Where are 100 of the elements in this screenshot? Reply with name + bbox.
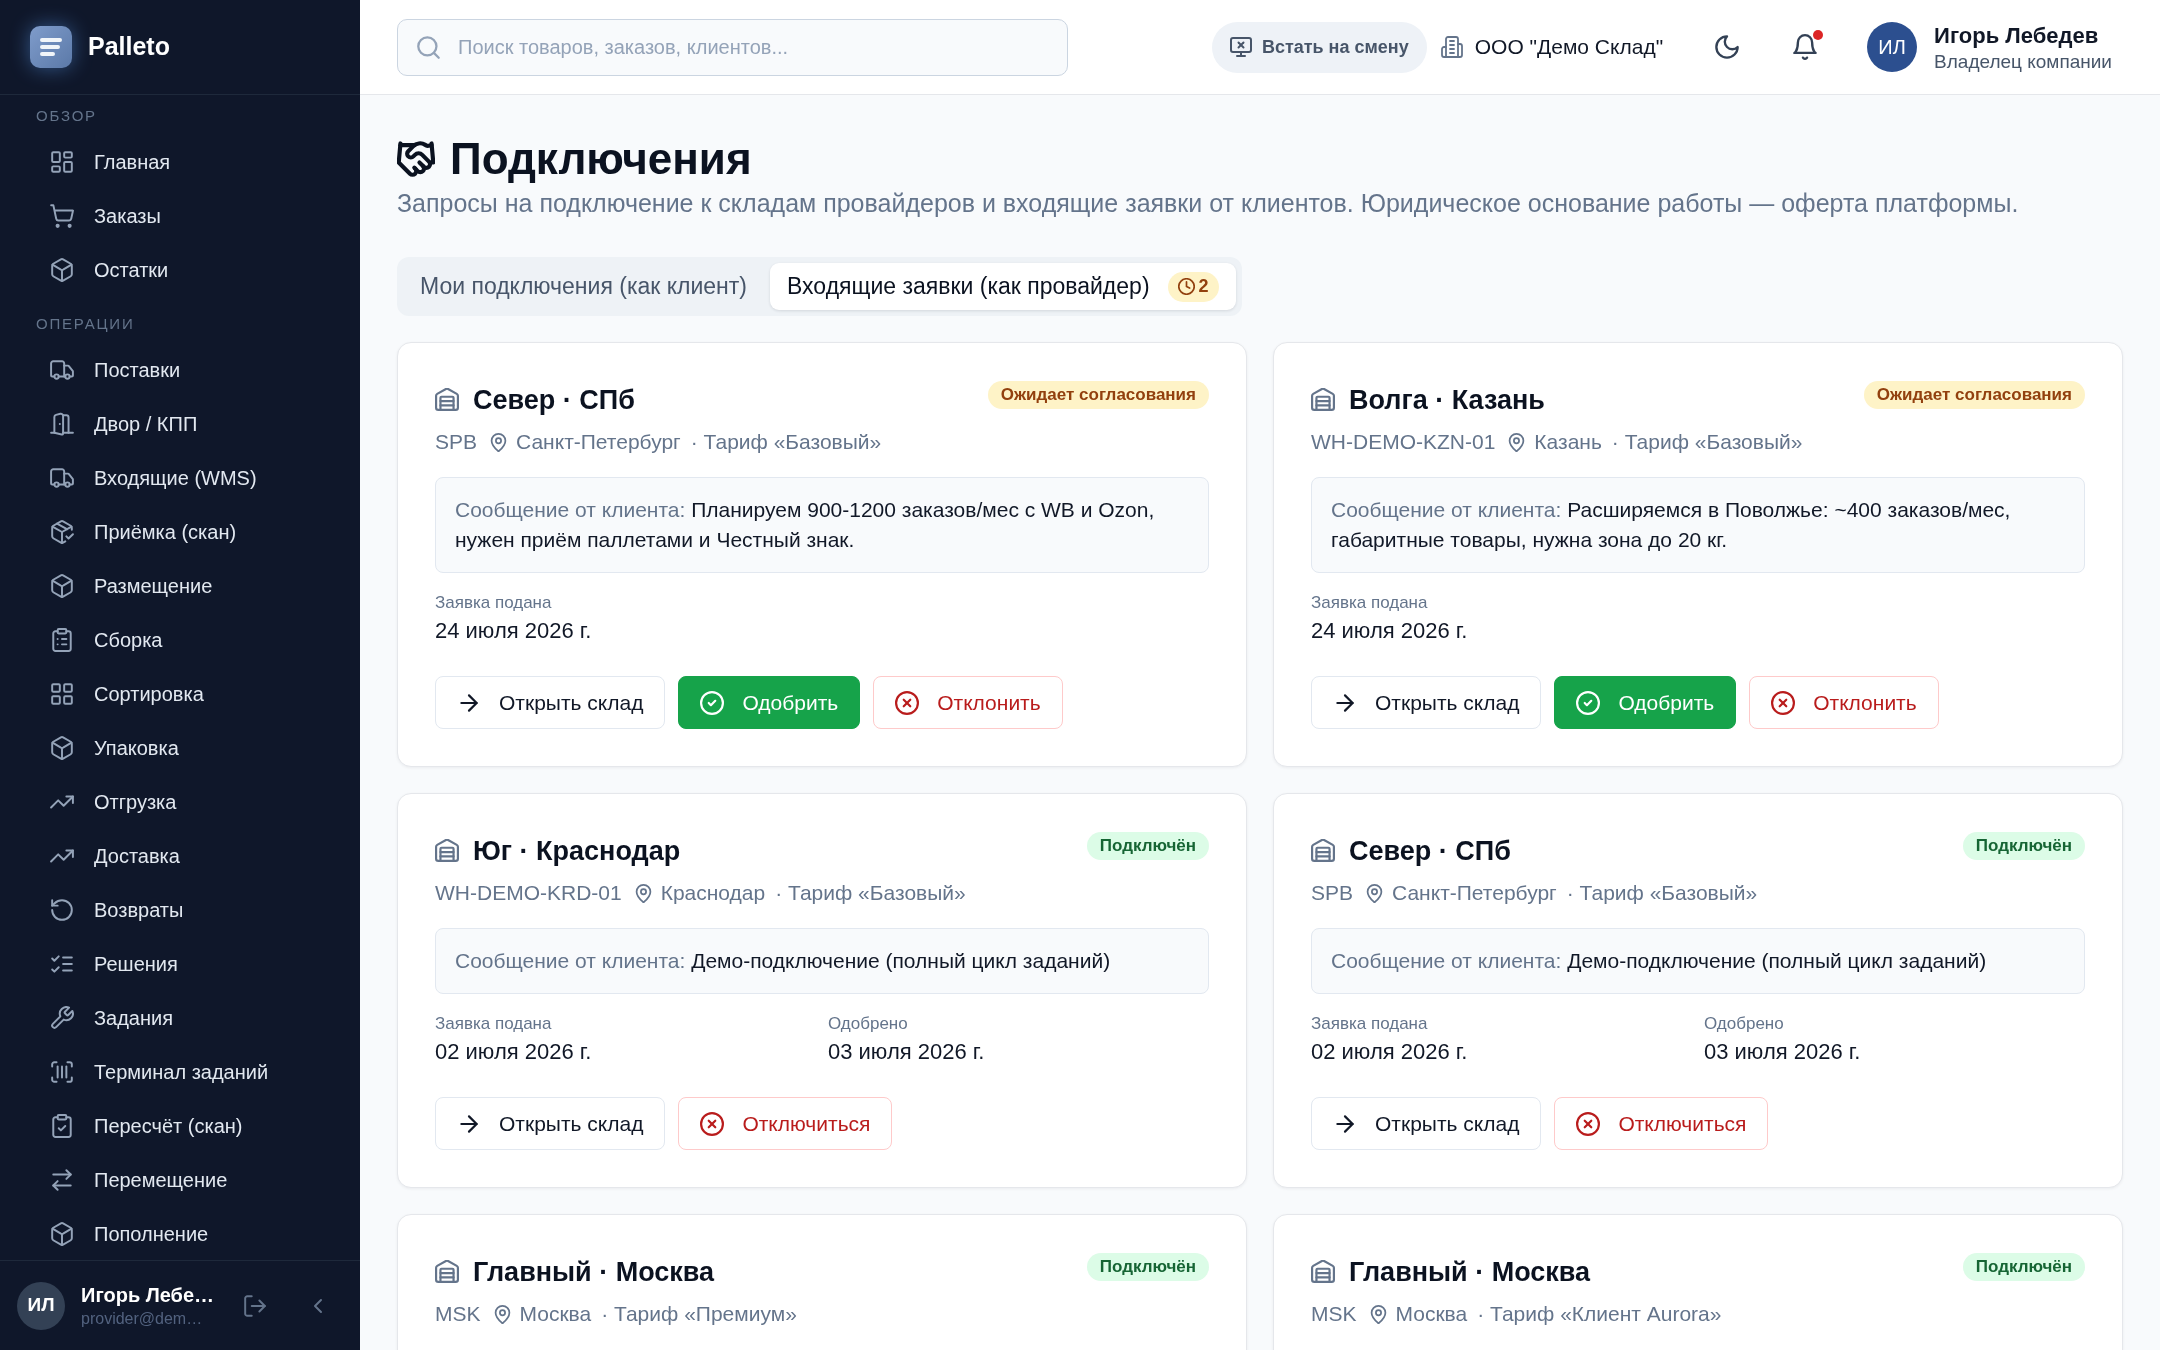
warehouse-code: WH-DEMO-KRD-01: [435, 880, 622, 907]
city: Москва: [1395, 1301, 1468, 1328]
client-message: Сообщение от клиента: Расширяемся в Поволжье: ~400 заказов/мес, габаритные товары, нужна зона до 20 кг.: [1311, 477, 2085, 573]
door-icon: [50, 412, 74, 436]
pin-icon: [489, 432, 509, 452]
grid-icon: [50, 682, 74, 706]
warehouse-icon: [435, 388, 459, 412]
date-value: 02 июля 2026 г.: [435, 1038, 592, 1066]
nav-item[interactable]: Пересчёт (скан): [16, 1099, 344, 1153]
open-button[interactable]: Открыть склад: [435, 1097, 666, 1150]
warehouse-code: WH-DEMO-KZN-01: [1311, 429, 1496, 456]
nav-item[interactable]: Приёмка (скан): [16, 505, 344, 559]
date-value: 03 июля 2026 г.: [828, 1038, 985, 1066]
x-circle-icon: [1576, 1111, 1601, 1136]
page-title: Подключения: [450, 133, 752, 185]
date-label: Заявка подана: [1311, 1013, 1428, 1035]
search-field[interactable]: Поиск товаров, заказов, клиентов...: [397, 18, 1068, 76]
open-button[interactable]: Открыть склад: [1311, 1097, 1542, 1150]
client-message: Сообщение от клиента: Планируем 900-1200 заказов/мес с WB и Ozon, нужен приём паллетами и Честный знак.: [435, 477, 1209, 573]
warehouse-title: Север · СПб: [473, 383, 635, 417]
open-button[interactable]: Открыть склад: [435, 676, 666, 729]
nav-item[interactable]: Сортировка: [16, 667, 344, 721]
nav-item[interactable]: Поставки: [16, 343, 344, 397]
reject-button[interactable]: Отклонить: [1749, 676, 1939, 729]
nav-item[interactable]: Возвраты: [16, 883, 344, 937]
pin-icon: [1507, 432, 1527, 452]
badge-count: 2: [1198, 275, 1209, 298]
status-badge: Ожидает согласования: [1863, 381, 2085, 409]
tariff: · Тариф «Базовый»: [1611, 429, 1803, 456]
disconnect-button[interactable]: Отключиться: [1554, 1097, 1769, 1150]
nav-item[interactable]: Упаковка: [16, 721, 344, 775]
warehouse-title: Юг · Краснодар: [473, 834, 681, 868]
nav-item[interactable]: Заказы: [16, 189, 344, 243]
swap-arrows-icon: [50, 1168, 74, 1192]
nav-item[interactable]: Доставка: [16, 829, 344, 883]
handshake-icon: [397, 140, 435, 178]
clipboard-check-icon: [50, 1114, 74, 1138]
tab[interactable]: Мои подключения (как клиент): [403, 263, 764, 310]
nav-item[interactable]: Решения: [16, 937, 344, 991]
x-circle-icon: [895, 690, 920, 715]
user-name: Игорь Лебе…: [81, 1282, 215, 1308]
tariff: · Тариф «Базовый»: [1566, 880, 1758, 907]
warehouse-icon: [435, 839, 459, 863]
check-circle-icon: [700, 690, 725, 715]
layout-icon: [50, 150, 74, 174]
nav-item[interactable]: Пополнение: [16, 1207, 344, 1260]
status-badge: Подключён: [1086, 1253, 1209, 1281]
clock-icon: [1177, 278, 1195, 295]
wrench-icon: [50, 1006, 74, 1030]
pin-icon: [1368, 1304, 1388, 1324]
checklist-icon: [50, 952, 74, 976]
avatar: ИЛ: [1867, 22, 1918, 72]
nav-item[interactable]: Двор / КПП: [16, 397, 344, 451]
warehouse-icon: [1311, 839, 1335, 863]
warehouse-code: MSK: [435, 1301, 481, 1328]
user-email: provider@dem…: [81, 1308, 203, 1329]
reject-button[interactable]: Отклонить: [873, 676, 1063, 729]
nav-item[interactable]: Входящие (WMS): [16, 451, 344, 505]
open-button[interactable]: Открыть склад: [1311, 676, 1542, 729]
warehouse-title: Север · СПб: [1349, 834, 1511, 868]
nav-item[interactable]: Остатки: [16, 243, 344, 297]
disconnect-button[interactable]: Отключиться: [678, 1097, 893, 1150]
date-label: Заявка подана: [435, 1013, 552, 1035]
search-icon: [416, 34, 441, 60]
section-title: ОБЗОР: [36, 107, 97, 125]
nav-item[interactable]: Главная: [16, 135, 344, 189]
page-subtitle: Запросы на подключение к складам провайдеров и входящие заявки от клиентов. Юридическое основание работы — оферта платформы.: [397, 188, 2019, 218]
date-value: 03 июля 2026 г.: [1704, 1038, 1861, 1066]
pin-icon: [492, 1304, 512, 1324]
nav-item[interactable]: Терминал заданий: [16, 1045, 344, 1099]
nav-item[interactable]: Перемещение: [16, 1153, 344, 1207]
city: Казань: [1534, 429, 1602, 456]
user-name: Игорь Лебедев: [1934, 21, 2099, 50]
company-button[interactable]: ООО "Демо Склад": [1440, 31, 1664, 63]
warehouse-title: Главный · Москва: [1349, 1255, 1591, 1289]
tariff: · Тариф «Клиент Aurora»: [1477, 1301, 1722, 1328]
building-icon: [1440, 36, 1463, 58]
date-label: Одобрено: [1704, 1013, 1784, 1035]
client-message: Сообщение от клиента: Демо-подключение (полный цикл заданий): [1311, 928, 2085, 994]
warehouse-code: MSK: [1311, 1301, 1357, 1328]
warehouse-code: SPB: [1311, 880, 1354, 907]
nav-item[interactable]: Задания: [16, 991, 344, 1045]
tariff: · Тариф «Премиум»: [601, 1301, 797, 1328]
warehouse-icon: [1311, 1260, 1335, 1284]
city: Санкт-Петербург: [1392, 880, 1557, 907]
scan-icon: [50, 1060, 74, 1084]
tab[interactable]: Входящие заявки (как провайдер) 2: [770, 263, 1236, 310]
rotate-left-icon: [50, 898, 74, 922]
warehouse-icon: [435, 1260, 459, 1284]
truck-icon: [50, 358, 74, 382]
start-shift-button[interactable]: Встать на смену: [1211, 21, 1427, 73]
box-icon: [50, 574, 74, 598]
warehouse-icon: [1311, 388, 1335, 412]
nav-item[interactable]: Размещение: [16, 559, 344, 613]
check-circle-icon: [1576, 690, 1601, 715]
date-label: Одобрено: [828, 1013, 908, 1035]
nav-item[interactable]: Сборка: [16, 613, 344, 667]
nav-item[interactable]: Отгрузка: [16, 775, 344, 829]
status-badge: Ожидает согласования: [987, 381, 1209, 409]
client-message: Сообщение от клиента: Демо-подключение (полный цикл заданий): [435, 928, 1209, 994]
